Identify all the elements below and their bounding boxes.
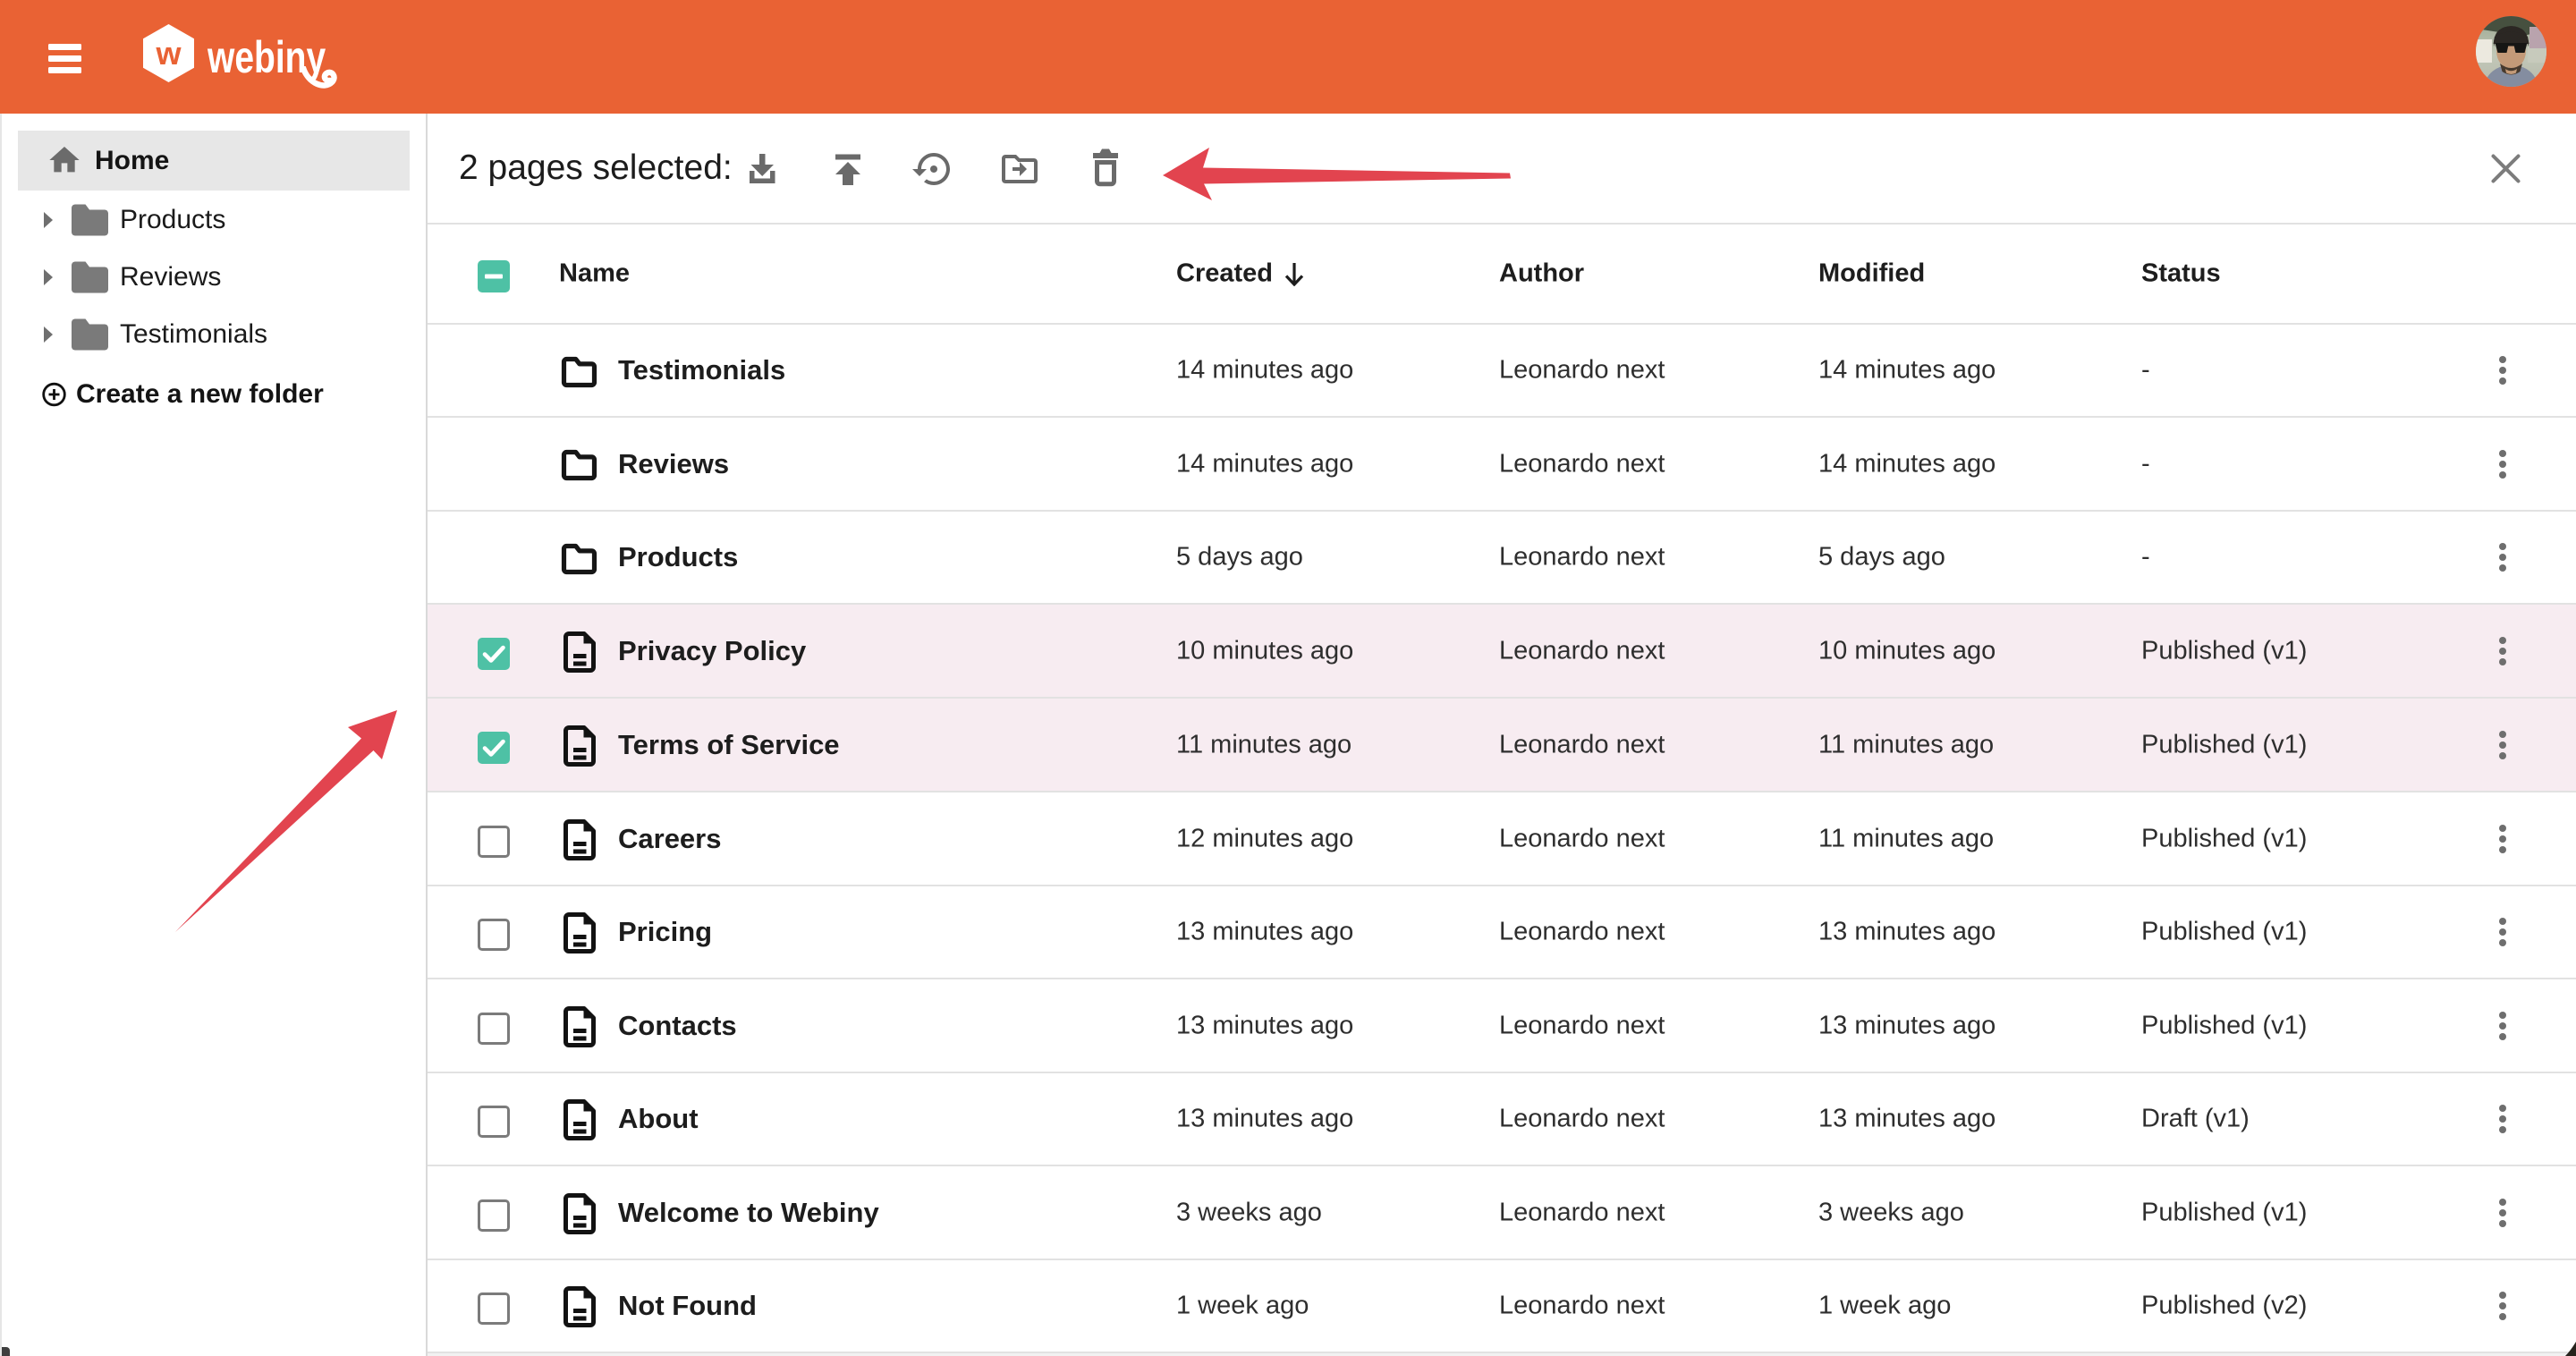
svg-text:w: w bbox=[155, 35, 182, 72]
